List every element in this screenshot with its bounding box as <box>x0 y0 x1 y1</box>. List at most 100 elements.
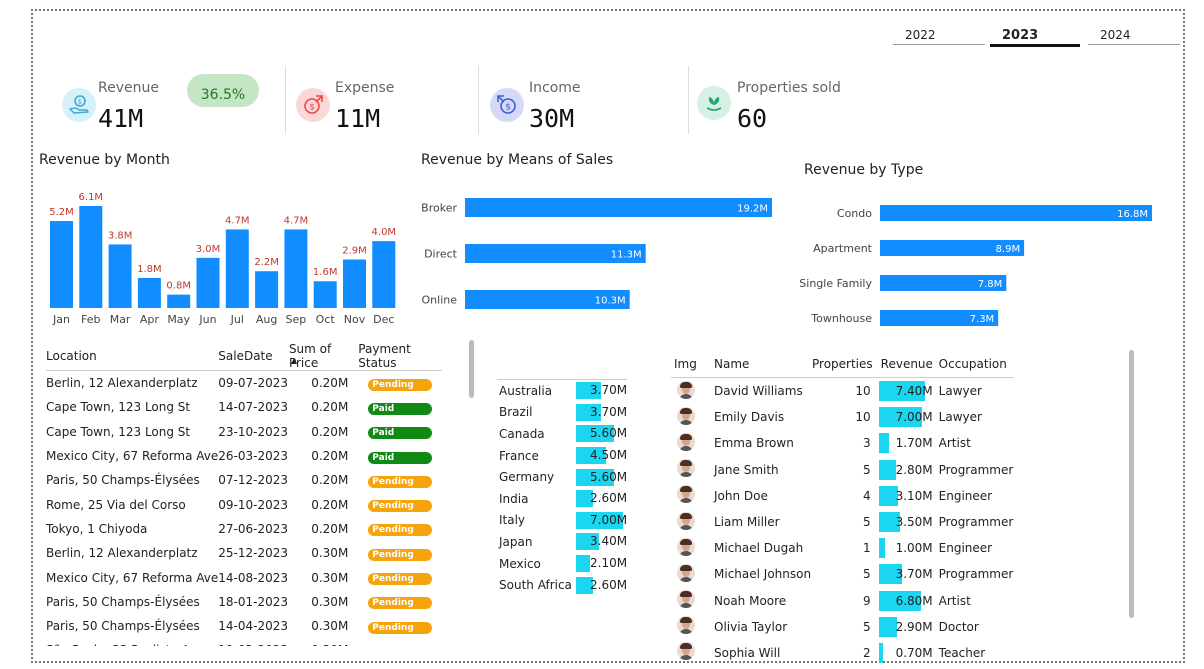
saledate-cell: 26-03-2023 <box>218 449 289 464</box>
name-cell: Olivia Taylor <box>714 619 788 634</box>
month-bar[interactable] <box>108 244 132 308</box>
table-row[interactable]: Germany 5.60M <box>499 466 636 488</box>
revenue-cell: 1.00M <box>878 535 939 561</box>
month-bar[interactable] <box>167 294 191 308</box>
column-header-sum-of-price[interactable]: Sum of Price ▲ <box>288 342 359 371</box>
country-revenue-bar: 2.60M <box>576 490 636 508</box>
table-row[interactable]: Olivia Taylor 5 2.90M Doctor <box>671 614 1014 640</box>
month-bar[interactable] <box>225 229 249 308</box>
country-cell: Canada <box>499 426 545 441</box>
means-category-label: Broker <box>421 202 457 215</box>
month-axis-label: Oct <box>316 313 336 326</box>
table-row[interactable]: Liam Miller 5 3.50M Programmer <box>671 509 1014 535</box>
type-bar[interactable] <box>880 205 1152 221</box>
column-header-revenue[interactable]: Revenue <box>878 350 939 378</box>
agent-table-scrollbar[interactable] <box>1129 350 1134 618</box>
table-row[interactable]: Australia 3.70M <box>499 380 636 402</box>
table-row[interactable]: Canada 5.60M <box>499 423 636 445</box>
svg-text:$: $ <box>309 103 315 113</box>
year-2024-tab[interactable]: 2024 <box>1088 28 1180 45</box>
revenue-bar: 2.80M <box>878 459 939 480</box>
table-row[interactable]: David Williams 10 7.40M Lawyer <box>671 378 1014 405</box>
month-bar[interactable] <box>343 259 366 308</box>
properties-cell: 1 <box>863 541 871 556</box>
year-2022-tab[interactable]: 2022 <box>893 28 985 45</box>
column-header-occupation[interactable]: Occupation <box>938 350 1014 378</box>
table-row[interactable]: South Africa 2.60M <box>499 574 636 596</box>
column-header-properties[interactable]: Properties <box>812 350 879 378</box>
table-row[interactable]: Mexico City, 67 Reforma Ave 14-08-2023 0.3… <box>46 565 442 589</box>
occupation-cell: Doctor <box>938 619 979 634</box>
table-row[interactable]: Italy 7.00M <box>499 510 636 532</box>
status-badge: Paid <box>368 427 433 440</box>
table-row[interactable]: Cape Town, 123 Long St 14-07-2023 0.20M Pai… <box>46 395 442 419</box>
revenue-label: 3.50M <box>895 515 933 530</box>
column-header-payment-status[interactable]: Payment Status <box>358 342 442 371</box>
country-cell: Japan <box>499 534 533 549</box>
means-bar[interactable] <box>465 198 772 217</box>
saledate-cell: 23-10-2023 <box>218 424 289 439</box>
month-bar[interactable] <box>50 221 73 308</box>
table-row[interactable]: Emma Brown 3 1.70M Artist <box>671 430 1014 456</box>
table-row[interactable]: Berlin, 12 Alexanderplatz 09-07-2023 0.20M… <box>46 371 442 396</box>
month-bar[interactable] <box>79 206 103 308</box>
country-revenue-label: 3.40M <box>590 534 628 549</box>
table-row[interactable]: Michael Dugah 1 1.00M Engineer <box>671 535 1014 561</box>
revenue-cell: 3.70M <box>878 561 939 587</box>
revenue-change-badge: 36.5% <box>187 74 259 107</box>
occupation-cell: Teacher <box>938 645 986 660</box>
table-row[interactable]: Cape Town, 123 Long St 23-10-2023 0.20M Pai… <box>46 420 442 444</box>
table-row[interactable]: Sophia Will 2 0.70M Teacher <box>671 640 1014 666</box>
revenue-bar: 7.00M <box>878 407 939 428</box>
table-row[interactable]: Paris, 50 Champs-Élysées 07-12-2023 0.20M P… <box>46 468 442 492</box>
revenue-cell: 0.70M <box>878 640 939 666</box>
payment-status-cell: Pending <box>358 468 442 492</box>
table-row[interactable]: John Doe 4 3.10M Engineer <box>671 483 1014 509</box>
price-cell: 0.20M <box>311 473 349 488</box>
svg-text:$: $ <box>78 98 82 106</box>
table-row[interactable]: Japan 3.40M <box>499 531 636 553</box>
column-header-img[interactable]: Img <box>671 350 714 378</box>
table-row[interactable]: Michael Johnson 5 3.70M Programmer <box>671 561 1014 587</box>
table-row[interactable]: India 2.60M <box>499 488 636 510</box>
sales-table: Location SaleDate Sum of Price ▲ Payment … <box>46 342 442 646</box>
avatar <box>677 563 695 582</box>
month-bar[interactable] <box>255 271 279 308</box>
occupation-cell: Engineer <box>938 541 993 556</box>
year-2023-tab[interactable]: 2023 <box>990 28 1080 47</box>
table-row[interactable]: Jane Smith 5 2.80M Programmer <box>671 457 1014 483</box>
revenue-fill <box>878 459 897 480</box>
table-row[interactable]: Mexico 2.10M <box>499 553 636 575</box>
country-revenue-cell: 2.60M <box>576 574 636 596</box>
month-bar[interactable] <box>313 281 337 308</box>
country-revenue-cell: 4.50M <box>576 445 636 467</box>
revenue-fill <box>878 616 897 637</box>
country-cell: Australia <box>499 383 553 398</box>
country-revenue-cell: 5.60M <box>576 423 636 445</box>
sales-table-scrollbar[interactable] <box>469 340 474 398</box>
table-row[interactable]: Mexico City, 67 Reforma Ave 26-03-2023 0.2… <box>46 444 442 468</box>
sales-table-container[interactable]: Location SaleDate Sum of Price ▲ Payment … <box>46 342 446 646</box>
table-row[interactable]: France 4.50M <box>499 445 636 467</box>
table-row[interactable]: Paris, 50 Champs-Élysées 14-04-2023 0.30M P… <box>46 614 442 638</box>
table-row[interactable]: Brazil 3.70M <box>499 402 636 424</box>
properties-cell: 10 <box>855 384 871 399</box>
month-bar[interactable] <box>372 241 396 308</box>
column-header-location[interactable]: Location <box>46 342 219 371</box>
country-revenue-bar: 3.40M <box>576 533 636 551</box>
month-bar[interactable] <box>284 229 308 308</box>
column-header-name[interactable]: Name <box>714 350 812 378</box>
month-bar[interactable] <box>137 277 161 308</box>
occupation-cell: Artist <box>938 436 971 451</box>
table-row[interactable]: Paris, 50 Champs-Élysées 18-01-2023 0.30M P… <box>46 590 442 614</box>
column-header-saledate[interactable]: SaleDate <box>218 342 289 371</box>
table-row[interactable]: Berlin, 12 Alexanderplatz 25-12-2023 0.30M… <box>46 541 442 565</box>
table-row[interactable]: Noah Moore 9 6.80M Artist <box>671 588 1014 614</box>
month-bar[interactable] <box>196 257 220 308</box>
table-row[interactable]: Tokyo, 1 Chiyoda 27-06-2023 0.20M Pending <box>46 517 442 541</box>
country-revenue-bar: 3.70M <box>576 382 636 400</box>
table-row[interactable]: São Paulo, 33 Paulista Ave19-02-20230.30… <box>46 638 442 646</box>
occupation-cell: Programmer <box>938 567 1014 582</box>
table-row[interactable]: Rome, 25 Via del Corso 09-10-2023 0.20M Pen… <box>46 492 442 516</box>
table-row[interactable]: Emily Davis 10 7.00M Lawyer <box>671 404 1014 430</box>
